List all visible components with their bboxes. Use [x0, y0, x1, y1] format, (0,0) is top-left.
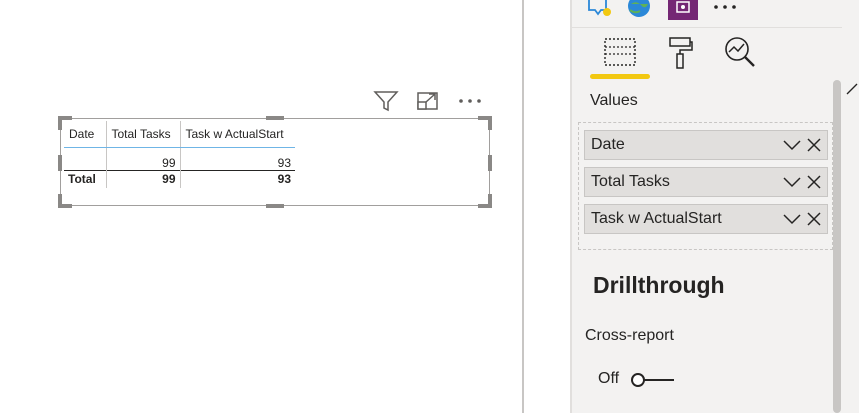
column-header-date[interactable]: Date: [64, 121, 107, 148]
format-tab[interactable]: [650, 36, 710, 82]
collapse-arrow-icon[interactable]: [845, 82, 859, 101]
column-header-total-tasks[interactable]: Total Tasks: [106, 121, 181, 148]
column-header-task-actualstart[interactable]: Task w ActualStart: [180, 121, 295, 148]
globe-icon[interactable]: [626, 0, 650, 20]
focus-mode-icon[interactable]: [414, 88, 442, 114]
cross-report-toggle[interactable]: [630, 372, 676, 388]
custom-visual-icon[interactable]: [668, 0, 698, 20]
toggle-state-label: Off: [598, 370, 620, 387]
total-label: Total: [64, 169, 107, 188]
values-well-label: Values: [590, 92, 638, 109]
table-total-row: Total 99 93: [64, 169, 295, 188]
more-options-icon[interactable]: [456, 88, 484, 114]
field-pill-task-actualstart[interactable]: Task w ActualStart: [584, 204, 828, 234]
resize-handle-bottom-left[interactable]: [58, 194, 72, 208]
active-tab-indicator: [590, 74, 650, 79]
data-table: Date Total Tasks Task w ActualStart 99 9…: [64, 121, 295, 188]
resize-handle-top[interactable]: [266, 116, 284, 120]
map-pin-icon[interactable]: [586, 0, 611, 20]
analytics-tab[interactable]: [710, 36, 770, 82]
table-visual[interactable]: Date Total Tasks Task w ActualStart 99 9…: [58, 116, 492, 208]
resize-handle-top-right[interactable]: [478, 116, 492, 130]
total-task-actualstart: 93: [180, 169, 295, 188]
field-pill-label: Date: [591, 136, 625, 153]
table-header-row: Date Total Tasks Task w ActualStart: [64, 121, 295, 148]
total-total-tasks: 99: [106, 169, 181, 188]
resize-handle-right[interactable]: [488, 155, 492, 171]
analytics-icon: [725, 37, 755, 67]
close-icon[interactable]: [807, 175, 821, 189]
report-canvas: Date Total Tasks Task w ActualStart 99 9…: [0, 0, 522, 413]
resize-handle-bottom[interactable]: [266, 204, 284, 208]
chevron-down-icon[interactable]: [783, 176, 801, 188]
cell-date: [64, 147, 107, 170]
chevron-down-icon[interactable]: [783, 139, 801, 151]
table-row: 99 93: [64, 147, 295, 170]
more-visuals-icon[interactable]: [712, 0, 736, 20]
cell-total-tasks: 99: [106, 147, 181, 170]
close-icon[interactable]: [807, 212, 821, 226]
paint-roller-icon: [669, 37, 693, 69]
field-pill-total-tasks[interactable]: Total Tasks: [584, 167, 828, 197]
cross-report-label: Cross-report: [585, 327, 674, 344]
field-pill-label: Task w ActualStart: [591, 210, 722, 227]
chevron-down-icon[interactable]: [783, 213, 801, 225]
visual-header: [372, 88, 484, 114]
cell-task-actualstart: 93: [277, 155, 291, 170]
resize-handle-left[interactable]: [58, 155, 62, 171]
pane-gutter: [524, 0, 572, 413]
filter-icon[interactable]: [372, 88, 400, 114]
pane-scrollbar[interactable]: [833, 80, 841, 413]
resize-handle-bottom-right[interactable]: [478, 194, 492, 208]
field-pill-label: Total Tasks: [591, 173, 670, 190]
field-pill-date[interactable]: Date: [584, 130, 828, 160]
drillthrough-heading: Drillthrough: [593, 272, 725, 298]
fields-icon: [604, 38, 636, 66]
close-icon[interactable]: [807, 138, 821, 152]
visual-icons-row: [572, 0, 842, 28]
